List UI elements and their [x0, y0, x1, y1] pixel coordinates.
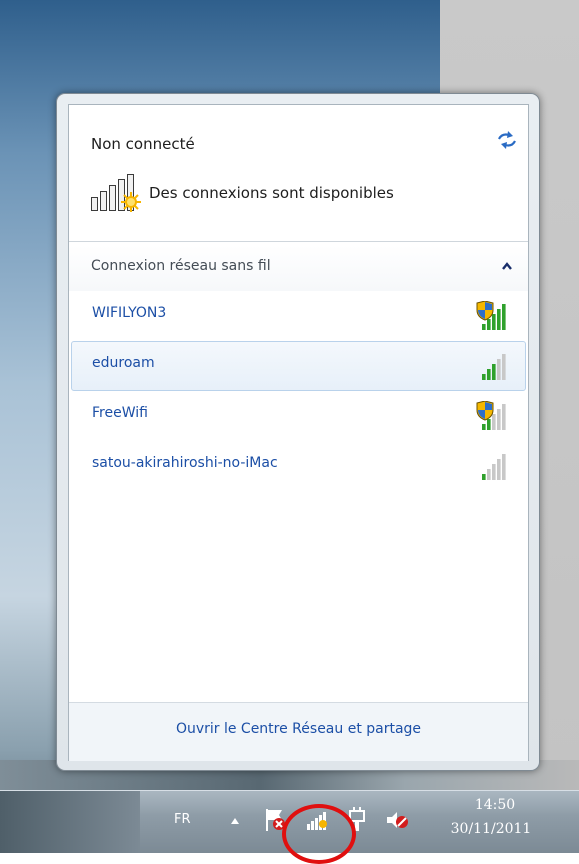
- signal-bar: [482, 374, 486, 380]
- signal-bar: [482, 424, 486, 430]
- taskbar: FR 14:50 30/11/2011: [0, 790, 579, 853]
- network-status-signal-icon: [91, 174, 141, 212]
- chevron-up-icon[interactable]: [501, 261, 513, 271]
- action-center-flag-icon[interactable]: [262, 805, 288, 835]
- connections-available-row: Des connexions sont disponibles: [87, 173, 507, 213]
- network-name: satou-akirahiroshi-no-iMac: [92, 455, 278, 471]
- language-indicator[interactable]: FR: [174, 812, 191, 827]
- secured-signal-icon: [476, 401, 506, 430]
- wireless-section-header[interactable]: Connexion réseau sans fil: [69, 245, 528, 291]
- network-item-satou-imac[interactable]: satou-akirahiroshi-no-iMac: [71, 441, 526, 491]
- network-signal-icon[interactable]: [304, 805, 330, 835]
- taskbar-left-area: [0, 791, 140, 853]
- signal-bar: [487, 469, 491, 480]
- connection-status-title: Non connecté: [91, 135, 195, 153]
- network-flyout: Non connecté Des connexions sont disponi…: [56, 93, 540, 771]
- signal-bar: [492, 414, 496, 430]
- flyout-footer: Ouvrir le Centre Réseau et partage: [69, 702, 528, 761]
- divider: [69, 241, 528, 242]
- signal-bar: [497, 409, 501, 430]
- signal-bar: [497, 459, 501, 480]
- clock-date[interactable]: 30/11/2011: [441, 821, 541, 837]
- clock-time[interactable]: 14:50: [455, 797, 535, 813]
- signal-bar: [482, 324, 486, 330]
- show-hidden-icons-arrow[interactable]: [230, 817, 240, 825]
- secured-signal-icon: [476, 301, 506, 330]
- signal-bar: [487, 369, 491, 380]
- signal-bar: [492, 314, 496, 330]
- signal-strength-icon: [482, 454, 506, 480]
- signal-strength-icon: [482, 354, 506, 380]
- wireless-section-label: Connexion réseau sans fil: [91, 258, 271, 274]
- network-name: WIFILYON3: [92, 305, 167, 321]
- network-name: FreeWifi: [92, 405, 148, 421]
- signal-bar: [502, 354, 506, 380]
- signal-bar: [497, 359, 501, 380]
- shield-icon: [476, 401, 494, 421]
- signal-bar: [492, 364, 496, 380]
- signal-bar: [482, 474, 486, 480]
- connections-available-text: Des connexions sont disponibles: [149, 184, 394, 202]
- power-plug-icon[interactable]: [344, 805, 370, 835]
- signal-bar: [502, 304, 506, 330]
- volume-muted-icon[interactable]: [384, 805, 410, 835]
- signal-bar: [487, 319, 491, 330]
- signal-bar: [497, 309, 501, 330]
- network-list: WIFILYON3 eduroam FreeWifi satou-akirahi…: [69, 291, 528, 491]
- network-panel: Non connecté Des connexions sont disponi…: [68, 104, 529, 761]
- signal-bar: [502, 404, 506, 430]
- signal-bar: [502, 454, 506, 480]
- network-name: eduroam: [92, 355, 155, 371]
- signal-bar: [492, 464, 496, 480]
- shield-icon: [476, 301, 494, 321]
- network-item-freewifi[interactable]: FreeWifi: [71, 391, 526, 441]
- signal-bar: [487, 419, 491, 430]
- refresh-icon[interactable]: [496, 131, 518, 149]
- network-item-wifilyon3[interactable]: WIFILYON3: [71, 291, 526, 341]
- open-network-center-link[interactable]: Ouvrir le Centre Réseau et partage: [69, 721, 528, 737]
- network-item-eduroam[interactable]: eduroam: [71, 341, 526, 391]
